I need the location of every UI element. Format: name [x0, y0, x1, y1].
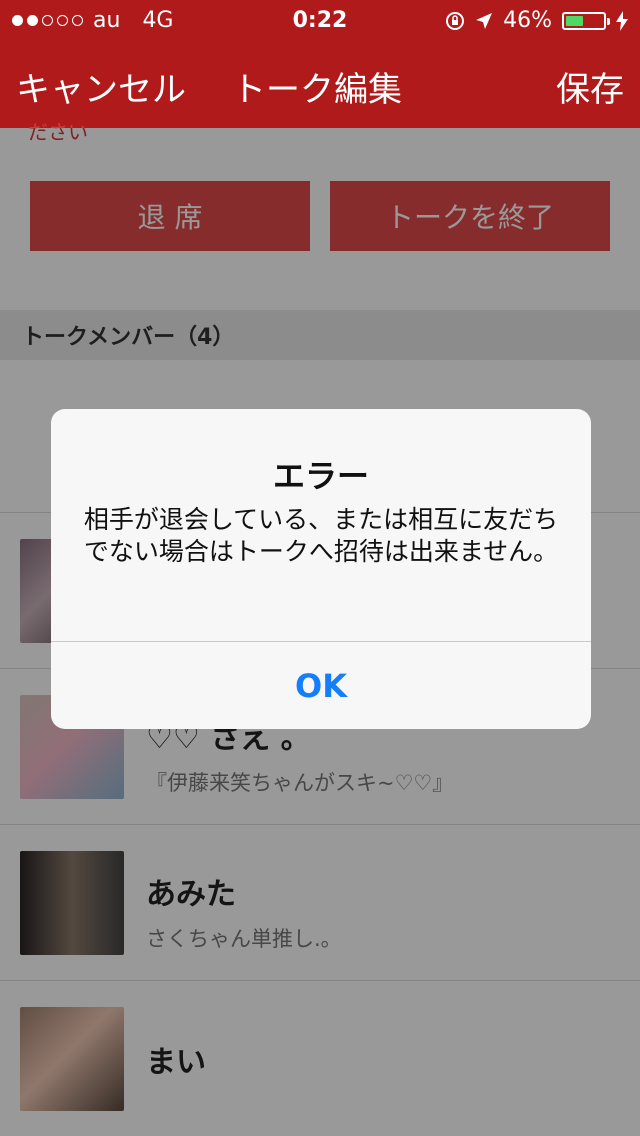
alert-message: 相手が退会している、または相互に友だちでない場合はトークへ招待は出来ません。 [83, 505, 559, 566]
navigation-bar: キャンセル トーク編集 保存 [0, 48, 640, 128]
location-arrow-icon [476, 12, 493, 29]
header-bar: au 4G 0:22 46% キャンセル トーク編集 保存 [0, 0, 640, 128]
alert-title: エラー [272, 457, 369, 495]
save-button[interactable]: 保存 [556, 62, 624, 111]
cancel-button[interactable]: キャンセル [16, 62, 186, 111]
battery-level [566, 15, 583, 26]
ok-button[interactable]: OK [51, 642, 591, 729]
page-title: トーク編集 [232, 70, 402, 110]
battery-icon [562, 11, 610, 30]
battery-percent: 46% [503, 8, 552, 33]
status-right: 46% [445, 8, 628, 33]
charging-bolt-icon [616, 10, 628, 31]
status-bar: au 4G 0:22 46% [0, 0, 640, 40]
error-alert-dialog: エラー 相手が退会している、または相互に友だちでない場合はトークへ招待は出来ませ… [51, 409, 591, 729]
lock-rotation-icon [446, 11, 465, 30]
